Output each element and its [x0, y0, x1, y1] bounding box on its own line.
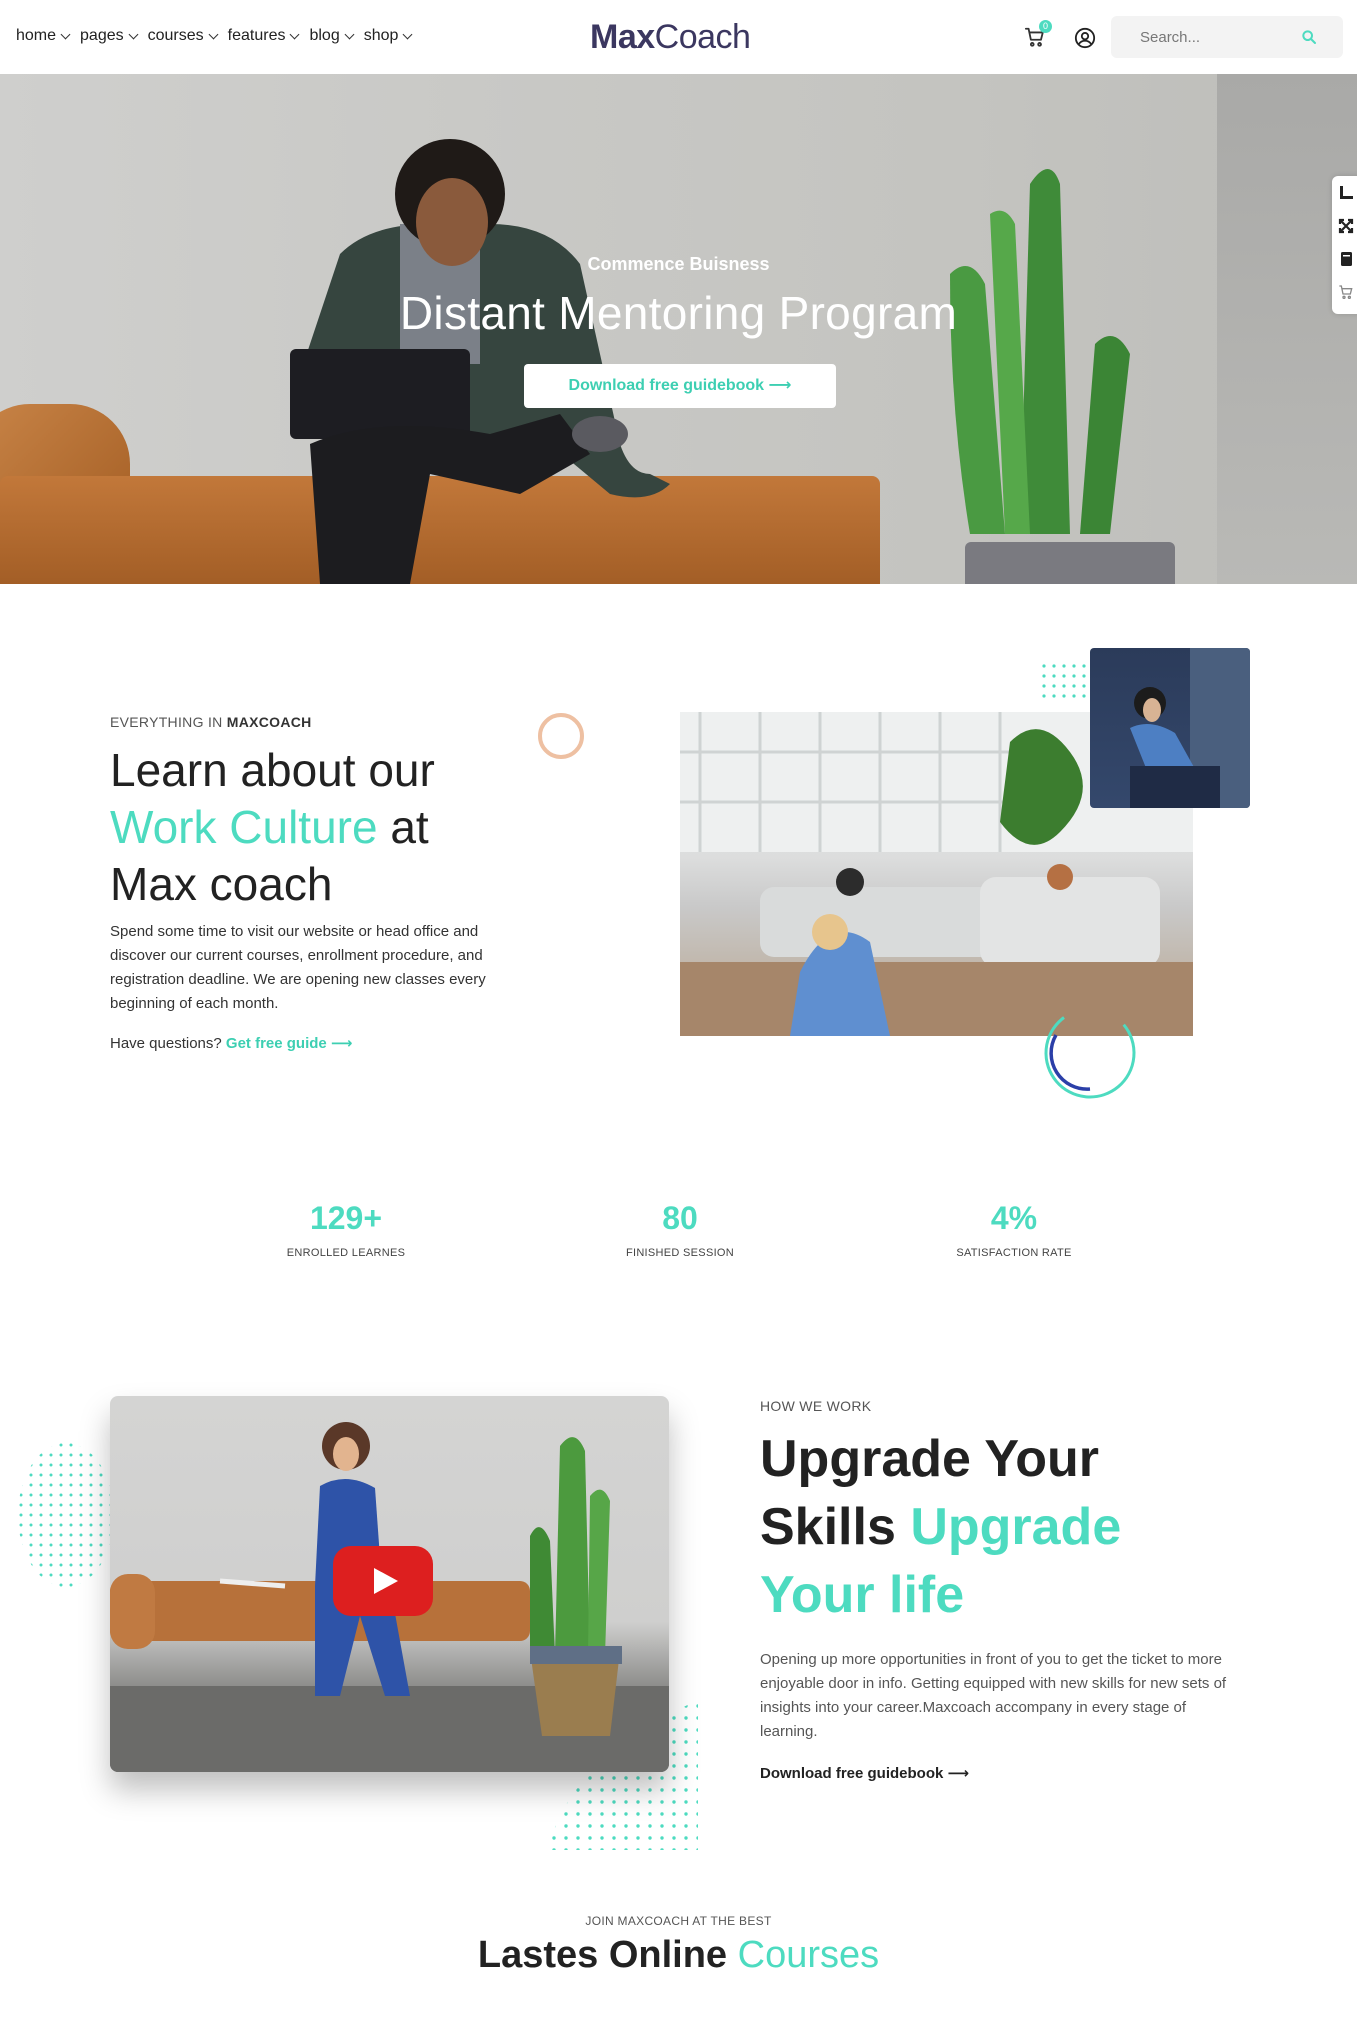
- logo-regular: Coach: [654, 18, 751, 56]
- chevron-down-icon: [208, 29, 219, 39]
- stat-satisfaction: 4% SATISFACTION RATE: [904, 1200, 1124, 1259]
- side-toolbar: [1332, 176, 1357, 314]
- about-eyebrow: EVERYTHING IN MAXCOACH: [110, 714, 312, 730]
- ruler-icon: [1340, 185, 1353, 199]
- search-input[interactable]: [1111, 28, 1301, 46]
- nav-label: features: [227, 27, 286, 44]
- hero-plant-pot: [965, 542, 1175, 584]
- chevron-down-icon: [402, 29, 413, 39]
- hero-banner: Commence Buisness Distant Mentoring Prog…: [0, 74, 1357, 584]
- site-logo[interactable]: MaxCoach: [590, 18, 751, 57]
- courses-title-accent: Courses: [737, 1934, 880, 1976]
- fullscreen-icon: [1338, 218, 1354, 233]
- about-title-after: at: [377, 801, 429, 853]
- about-question-text: Have questions?: [110, 1035, 226, 1052]
- download-guidebook-button[interactable]: Download free guidebook ⟶: [524, 364, 836, 408]
- how-title-accent1: Upgrade: [910, 1498, 1122, 1556]
- how-title-line1: Upgrade Your: [760, 1430, 1100, 1488]
- nav-label: home: [16, 27, 57, 44]
- chevron-down-icon: [128, 29, 139, 39]
- stat-label: ENROLLED LEARNES: [286, 1247, 406, 1259]
- about-title-line1: Learn about our: [110, 744, 435, 796]
- decorative-dots: [1042, 664, 1086, 698]
- main-nav: home pages courses features blog shop: [16, 27, 413, 45]
- about-title-line3: Max coach: [110, 858, 333, 910]
- video-player[interactable]: [110, 1396, 669, 1772]
- search-icon[interactable]: [1301, 29, 1317, 45]
- woman-laptop-photo: [1090, 648, 1250, 808]
- courses-heading: Lastes Online Courses: [0, 1934, 1357, 1977]
- hero-cactus-illustration: [950, 169, 1130, 534]
- hero-subtitle: Commence Buisness: [587, 254, 770, 274]
- user-circle-icon[interactable]: [1074, 27, 1096, 49]
- site-header: home pages courses features blog shop Ma…: [0, 0, 1357, 74]
- book-icon: [1341, 251, 1352, 266]
- stat-value: 80: [662, 1200, 698, 1236]
- about-eyebrow-bold: MAXCOACH: [226, 714, 312, 730]
- youtube-play-icon[interactable]: [333, 1546, 433, 1616]
- search-box: [1111, 16, 1343, 58]
- about-description: Spend some time to visit our website or …: [110, 923, 486, 1012]
- side-tool-ruler[interactable]: [1332, 176, 1357, 209]
- woman-illustration: [1130, 648, 1250, 808]
- cart-button[interactable]: 0: [1024, 20, 1052, 50]
- side-tool-cart[interactable]: [1332, 275, 1357, 308]
- about-eyebrow-prefix: EVERYTHING IN: [110, 714, 227, 730]
- nav-item-pages[interactable]: pages: [80, 27, 139, 45]
- nav-item-home[interactable]: home: [16, 27, 71, 45]
- stat-label: FINISHED SESSION: [625, 1247, 735, 1259]
- courses-eyebrow: JOIN MAXCOACH AT THE BEST: [585, 1914, 772, 1928]
- hero-person-illustration: [290, 139, 670, 584]
- stat-finished: 80 FINISHED SESSION: [570, 1200, 790, 1259]
- get-free-guide-link[interactable]: Get free guide ⟶: [226, 1035, 353, 1052]
- stat-label: SATISFACTION RATE: [956, 1247, 1072, 1259]
- chevron-down-icon: [290, 29, 300, 39]
- decorative-dots: [18, 1443, 114, 1587]
- nav-label: courses: [147, 27, 204, 44]
- chevron-down-icon: [344, 29, 355, 39]
- nav-label: pages: [80, 27, 124, 44]
- courses-title-text: Lastes Online: [477, 1934, 738, 1976]
- about-question: Have questions? Get free guide ⟶: [110, 1034, 352, 1052]
- stat-value: 129+: [309, 1200, 383, 1236]
- stat-enrolled: 129+ ENROLLED LEARNES: [236, 1200, 456, 1259]
- about-heading: Learn about our Work Culture at Max coac…: [110, 742, 510, 913]
- chevron-down-icon: [60, 29, 71, 39]
- how-description: Opening up more opportunities in front o…: [760, 1651, 1227, 1740]
- nav-item-shop[interactable]: shop: [363, 27, 413, 45]
- cart-count-badge: 0: [1039, 20, 1052, 33]
- how-title-accent2: Your life: [760, 1566, 965, 1624]
- stat-value: 4%: [990, 1200, 1038, 1236]
- nav-label: shop: [363, 27, 399, 44]
- side-tool-book[interactable]: [1332, 242, 1357, 275]
- hero-title: Distant Mentoring Program: [399, 287, 958, 339]
- nav-item-blog[interactable]: blog: [309, 27, 355, 45]
- nav-label: blog: [309, 27, 340, 44]
- about-title-accent: Work Culture: [110, 801, 378, 853]
- how-heading: Upgrade Your Skills Upgrade Your life: [760, 1425, 1180, 1629]
- nav-item-features[interactable]: features: [227, 27, 300, 45]
- how-eyebrow: HOW WE WORK: [760, 1398, 872, 1414]
- decorative-ring: [538, 713, 584, 759]
- download-guidebook-link[interactable]: Download free guidebook ⟶: [760, 1764, 969, 1782]
- cart-icon: [1339, 284, 1353, 299]
- logo-bold: Max: [590, 18, 655, 56]
- how-title-line2: Skills: [760, 1498, 911, 1556]
- side-tool-fullscreen[interactable]: [1332, 209, 1357, 242]
- decorative-ring-arc: [1044, 1007, 1136, 1099]
- nav-item-courses[interactable]: courses: [147, 27, 219, 45]
